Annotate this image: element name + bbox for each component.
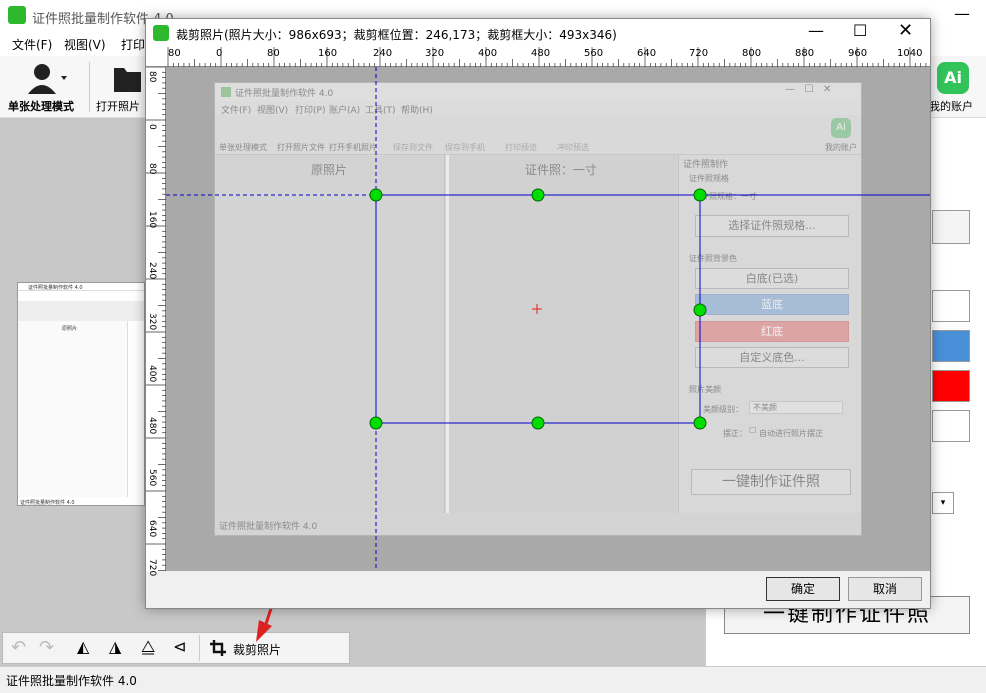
rotate-right-icon[interactable]: ◮ [109, 637, 121, 656]
crop-handle-top-right[interactable] [693, 188, 707, 202]
redo-icon[interactable]: ↷ [39, 637, 54, 658]
crop-handle-top[interactable] [531, 188, 545, 202]
ruler-top-label: 640 [637, 48, 657, 59]
dialog-logo-icon [153, 25, 169, 41]
ruler-top-label: 400 [478, 48, 498, 59]
ruler-top-label: 960 [848, 48, 868, 59]
toolbar-divider [89, 62, 90, 112]
ruler-top-label: 480 [531, 48, 551, 59]
menu-print[interactable]: 打印 [121, 36, 145, 53]
single-mode-button[interactable]: 单张处理模式 [4, 58, 84, 114]
ruler-left-label: 80 [147, 71, 157, 83]
flip-horizontal-icon[interactable]: ⧋ [141, 637, 155, 657]
photo-thumbnail: 证件照批量制作软件 4.0 原照片 证件照批量制作软件 4.0 [17, 282, 145, 506]
dialog-title: 裁剪照片(照片大小：986x693；裁剪框位置：246,173；裁剪框大小：49… [176, 28, 617, 42]
crop-canvas[interactable]: 证件照批量制作软件 4.0 — ☐ ✕ 文件(F) 视图(V) 打印(P) 账户… [166, 67, 930, 571]
folder-icon [114, 68, 141, 92]
ruler-left-label: 720 [147, 559, 157, 577]
ruler-top-label: 80 [267, 48, 280, 59]
crop-frame[interactable] [166, 67, 930, 571]
app-logo-icon [8, 6, 26, 24]
dialog-maximize-icon[interactable]: ☐ [853, 21, 867, 40]
ruler-top-label: 320 [425, 48, 445, 59]
ruler-top-label: 880 [795, 48, 815, 59]
single-mode-label: 单张处理模式 [8, 100, 74, 113]
my-account-label: 我的账户 [929, 100, 973, 113]
ruler-left-label: 320 [147, 313, 157, 331]
mini-original-label: 原照片 [62, 326, 78, 332]
ruler-top-label: 1040 [897, 48, 923, 59]
ruler-top-label: 720 [689, 48, 709, 59]
dialog-close-icon[interactable]: ✕ [898, 20, 913, 41]
dialog-minimize-icon[interactable]: — [808, 21, 824, 40]
mini-title: 证件照批量制作软件 4.0 [28, 285, 83, 291]
ruler-left-label: 400 [147, 365, 157, 383]
ruler-left-labels: 80 0 80 160 240 320 400 480 560 640 720 [146, 67, 166, 576]
statusbar: 证件照批量制作软件 4.0 [0, 666, 986, 693]
ruler-top-label: 160 [318, 48, 338, 59]
custom-bg-swatch[interactable] [932, 410, 970, 442]
ruler-left-label: 80 [147, 163, 157, 175]
tools-divider [199, 635, 200, 661]
flip-vertical-icon[interactable]: ⊲ [173, 637, 186, 656]
crop-dialog: 裁剪照片(照片大小：986x693；裁剪框位置：246,173；裁剪框大小：49… [145, 18, 931, 609]
select-spec-button[interactable] [932, 210, 970, 244]
ruler-left-label: 640 [147, 520, 157, 538]
ruler-top: 80 0 80 160 240 320 400 480 560 640 720 … [146, 47, 930, 67]
ruler-left-label: 480 [147, 417, 157, 435]
crop-center-marker-icon [532, 304, 542, 314]
status-text: 证件照批量制作软件 4.0 [6, 674, 137, 688]
red-bg-swatch[interactable] [932, 370, 970, 402]
crop-handle-right[interactable] [693, 303, 707, 317]
mini-status: 证件照批量制作软件 4.0 [20, 500, 75, 506]
blue-bg-swatch[interactable] [932, 330, 970, 362]
ruler-top-label: 560 [584, 48, 604, 59]
crop-handle-bottom-right[interactable] [693, 416, 707, 430]
open-photo-label: 打开照片 [96, 100, 140, 113]
ruler-left-label: 160 [147, 211, 157, 229]
crop-handle-top-left[interactable] [369, 188, 383, 202]
ruler-top-label: 0 [216, 48, 223, 59]
ruler-top-label: 800 [742, 48, 762, 59]
crop-icon [210, 640, 226, 656]
beauty-level-dropdown[interactable]: ▾ [932, 492, 954, 514]
open-photo-button[interactable]: 打开照片 [94, 58, 150, 114]
ruler-left-label: 560 [147, 469, 157, 487]
minimize-icon[interactable]: — [954, 4, 970, 23]
crop-handle-bottom-left[interactable] [369, 416, 383, 430]
ruler-left-label: 0 [147, 124, 157, 130]
mini-toolbar [18, 301, 144, 321]
ok-button[interactable]: 确定 [766, 577, 840, 601]
menu-view[interactable]: 视图(V) [64, 36, 106, 53]
dialog-titlebar: 裁剪照片(照片大小：986x693；裁剪框位置：246,173；裁剪框大小：49… [146, 19, 930, 47]
menu-file[interactable]: 文件(F) [12, 36, 52, 53]
cancel-button[interactable]: 取消 [848, 577, 922, 601]
undo-icon[interactable]: ↶ [11, 637, 26, 658]
ruler-top-label: 240 [373, 48, 393, 59]
rotate-left-icon[interactable]: ◭ [77, 637, 89, 656]
ruler-left-label: 240 [147, 262, 157, 280]
user-icon [28, 64, 67, 94]
white-bg-swatch[interactable] [932, 290, 970, 322]
my-account-button[interactable]: Ai 我的账户 [925, 58, 983, 114]
crop-handle-bottom[interactable] [531, 416, 545, 430]
ai-badge-icon: Ai [937, 62, 969, 94]
ruler-top-label: 80 [168, 48, 181, 59]
